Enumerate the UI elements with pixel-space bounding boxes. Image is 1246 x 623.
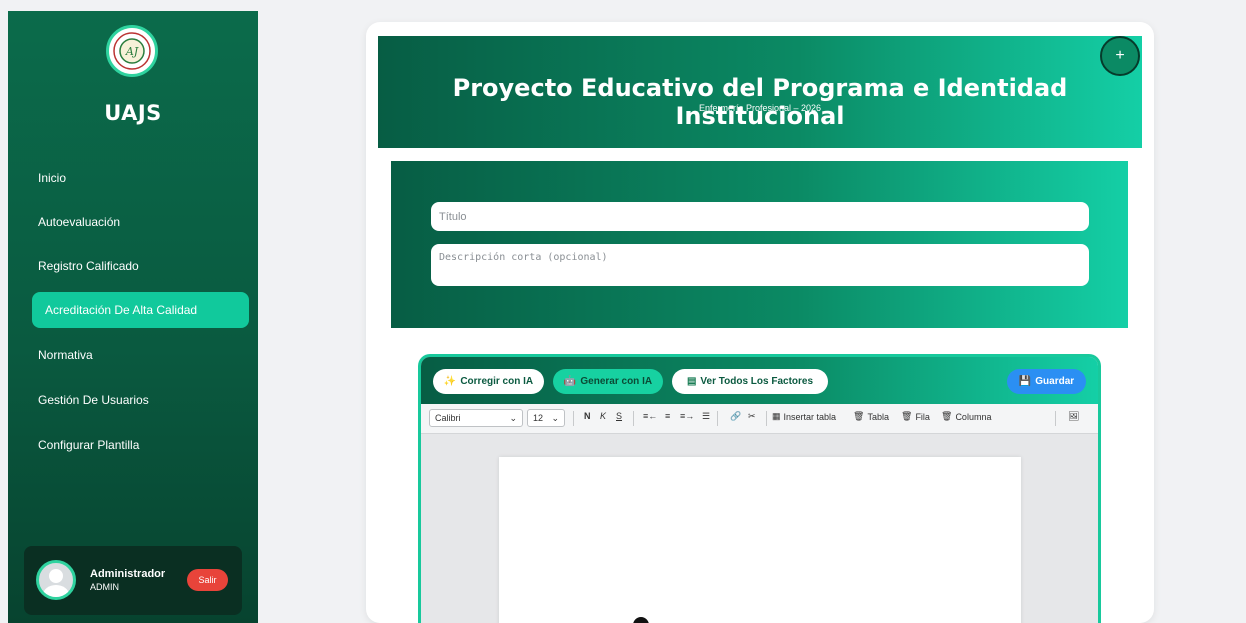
trash-icon: 🗑 (853, 411, 865, 421)
document-editor: ✨ Corregir con IA 🤖 Generar con IA ▤ Ver… (418, 354, 1101, 623)
sidebar-item-label: Inicio (38, 171, 67, 185)
insert-image-icon[interactable]: 🖼 (1068, 411, 1079, 422)
logout-button[interactable]: Salir (187, 569, 228, 591)
sidebar-item-label: Configurar Plantilla (38, 438, 140, 452)
sidebar-item-configurar-plantilla[interactable]: Configurar Plantilla (32, 427, 249, 463)
avatar (36, 560, 76, 600)
toolbar-divider (573, 411, 574, 426)
sidebar-item-label: Acreditación De Alta Calidad (45, 303, 198, 317)
underline-button[interactable]: S (616, 411, 622, 421)
sidebar-item-autoevaluacion[interactable]: Autoevaluación (32, 204, 249, 240)
editor-toolbar: Calibri ⌄ 12 ⌄ N K S ≡← ≡ ≡→ ☰ 🔗 ✂ ▦ Ins… (421, 404, 1098, 434)
description-input[interactable] (431, 244, 1089, 286)
delete-row-button[interactable]: 🗑 Fila (901, 411, 930, 422)
link-icon[interactable]: 🔗 (730, 411, 741, 422)
chevron-down-icon: ⌄ (509, 412, 517, 423)
font-size-select[interactable]: 12 ⌄ (527, 409, 565, 427)
user-name: Administrador (90, 568, 166, 580)
view-all-factors-button[interactable]: ▤ Ver Todos Los Factores (672, 369, 828, 394)
toolbar-divider (766, 411, 767, 426)
bold-button[interactable]: N (584, 411, 591, 421)
user-role: ADMIN (90, 582, 119, 592)
trash-icon: 🗑 (941, 411, 953, 421)
italic-button[interactable]: K (600, 411, 606, 421)
font-family-select[interactable]: Calibri ⌄ (429, 409, 523, 427)
correct-with-ai-button[interactable]: ✨ Corregir con IA (433, 369, 544, 394)
generate-with-ai-button[interactable]: 🤖 Generar con IA (553, 369, 663, 394)
trash-icon: 🗑 (901, 411, 913, 421)
unlink-icon[interactable]: ✂ (748, 411, 756, 422)
delete-table-button[interactable]: 🗑 Tabla (853, 411, 889, 422)
align-right-icon[interactable]: ≡→ (680, 411, 694, 421)
robot-icon: 🤖 (563, 376, 577, 387)
sidebar-item-label: Gestión De Usuarios (38, 393, 149, 407)
delete-column-button[interactable]: 🗑 Columna (941, 411, 991, 422)
svg-text:AJ: AJ (125, 45, 139, 58)
ai-actions-bar: ✨ Corregir con IA 🤖 Generar con IA ▤ Ver… (421, 357, 1098, 404)
university-logo: AJ (106, 25, 158, 77)
toolbar-divider (633, 411, 634, 426)
page-title: Proyecto Educativo del Programa e Identi… (452, 74, 1068, 130)
brand-name: UAJS (104, 101, 162, 125)
toolbar-divider (1055, 411, 1056, 426)
sidebar-item-label: Registro Calificado (38, 259, 139, 273)
save-icon: 💾 (1018, 376, 1032, 387)
chevron-down-icon: ⌄ (551, 412, 559, 423)
sidebar-item-registro-calificado[interactable]: Registro Calificado (32, 248, 249, 284)
table-icon: ▦ (772, 411, 781, 421)
align-left-icon[interactable]: ≡← (643, 411, 657, 421)
save-button[interactable]: 💾 Guardar (1007, 369, 1086, 394)
sidebar-item-acreditacion[interactable]: Acreditación De Alta Calidad (32, 292, 249, 328)
user-card: Administrador ADMIN Salir (24, 546, 242, 615)
sparkle-icon: ✨ (443, 376, 457, 387)
toolbar-divider (717, 411, 718, 426)
user-avatar-icon (43, 569, 69, 597)
sidebar-item-normativa[interactable]: Normativa (32, 337, 249, 373)
page-header: Proyecto Educativo del Programa e Identi… (378, 36, 1142, 148)
sidebar-item-label: Normativa (38, 348, 93, 362)
title-input[interactable] (431, 202, 1089, 231)
sidebar: AJ UAJS Inicio Autoevaluación Registro C… (8, 11, 258, 623)
book-icon: ▤ (686, 376, 697, 387)
align-justify-icon[interactable]: ☰ (702, 411, 710, 422)
sidebar-item-gestion-usuarios[interactable]: Gestión De Usuarios (32, 382, 249, 418)
insert-table-button[interactable]: ▦ Insertar tabla (772, 411, 836, 422)
document-page[interactable] (499, 457, 1021, 623)
sidebar-item-inicio[interactable]: Inicio (32, 160, 249, 196)
seal-icon: AJ (113, 32, 151, 70)
cursor-icon (633, 617, 649, 623)
sidebar-item-label: Autoevaluación (38, 215, 121, 229)
add-button[interactable]: + (1100, 36, 1140, 76)
page-subtitle: Enfermería Profesional – 2026 (698, 103, 822, 113)
align-center-icon[interactable]: ≡ (665, 411, 670, 421)
